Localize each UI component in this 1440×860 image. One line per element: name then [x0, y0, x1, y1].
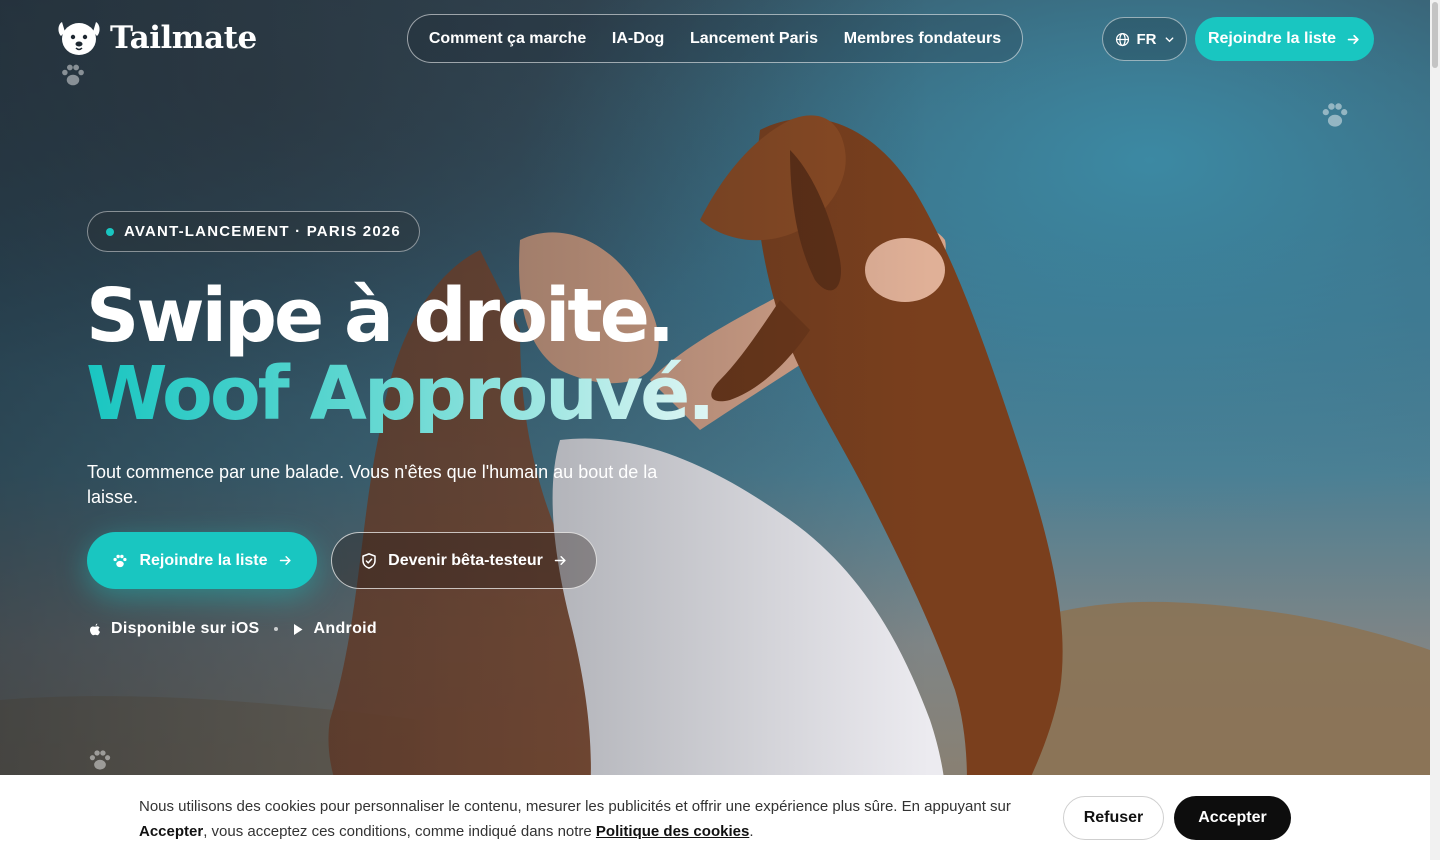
arrow-right-icon — [554, 556, 566, 565]
separator-dot — [273, 627, 278, 631]
paw-icon — [1322, 103, 1348, 127]
language-code: FR — [1136, 30, 1157, 48]
nav-item-ia-dog[interactable]: IA-Dog — [612, 30, 664, 48]
paw-icon — [113, 554, 127, 567]
nav-item-launch-paris[interactable]: Lancement Paris — [690, 30, 818, 48]
join-list-button[interactable]: Rejoindre la liste — [87, 532, 317, 589]
play-store-icon — [293, 623, 303, 635]
paw-icon — [89, 750, 111, 770]
scrollbar-thumb[interactable] — [1432, 2, 1438, 68]
scrollbar-track[interactable] — [1430, 0, 1440, 860]
globe-icon — [1115, 32, 1129, 46]
arrow-right-icon — [279, 556, 291, 565]
nav-item-how-it-works[interactable]: Comment ça marche — [429, 30, 586, 48]
join-list-label: Rejoindre la liste — [1207, 30, 1337, 47]
cookie-policy-link[interactable]: Politique des cookies — [596, 823, 749, 840]
brand-logo[interactable]: Tailmate — [56, 18, 257, 58]
main-nav: Comment ça marche IA-Dog Lancement Paris… — [407, 14, 1023, 63]
prelaunch-badge: AVANT-LANCEMENT · PARIS 2026 — [87, 211, 420, 252]
refuse-cookies-button[interactable]: Refuser — [1063, 796, 1164, 840]
cookie-text-before: Nous utilisons des cookies pour personna… — [139, 798, 1011, 815]
accept-cookies-button[interactable]: Accepter — [1174, 796, 1291, 840]
cookie-banner: Nous utilisons des cookies pour personna… — [0, 775, 1430, 860]
paw-icon — [62, 64, 84, 86]
arrow-right-icon — [1347, 34, 1359, 44]
platform-ios: Disponible sur iOS — [111, 620, 260, 637]
hero-title: Swipe à droite. Woof Approuvé. — [86, 273, 715, 437]
nav-item-founding-members[interactable]: Membres fondateurs — [844, 30, 1001, 48]
cookie-text-after: . — [749, 823, 754, 840]
cookie-message: Nous utilisons des cookies pour personna… — [139, 794, 1049, 844]
status-dot — [106, 227, 114, 236]
chevron-down-icon — [1165, 36, 1173, 42]
language-selector[interactable]: FR — [1102, 17, 1187, 61]
hero-title-line1: Swipe à droite. — [86, 273, 675, 359]
platform-android: Android — [313, 620, 377, 637]
beta-tester-button[interactable]: Devenir bêta-testeur — [331, 532, 597, 589]
platform-availability: Disponible sur iOS Android — [89, 620, 377, 638]
apple-icon — [90, 623, 100, 635]
cookie-accept-word: Accepter — [139, 823, 204, 840]
beta-tester-label: Devenir bêta-testeur — [388, 551, 543, 569]
cookie-text-middle: , vous acceptez ces conditions, comme in… — [203, 823, 596, 840]
brand-name: Tailmate — [110, 20, 257, 56]
join-list-label: Rejoindre la liste — [139, 551, 268, 569]
join-list-button-header[interactable]: Rejoindre la liste — [1195, 17, 1374, 61]
badge-text: AVANT-LANCEMENT · PARIS 2026 — [124, 223, 401, 240]
shield-check-icon — [362, 552, 376, 569]
hero-lead: Tout commence par une balade. Vous n'ête… — [87, 462, 658, 507]
dog-face-icon — [58, 22, 100, 55]
hero-title-line2: Woof Approuvé. — [86, 351, 715, 437]
